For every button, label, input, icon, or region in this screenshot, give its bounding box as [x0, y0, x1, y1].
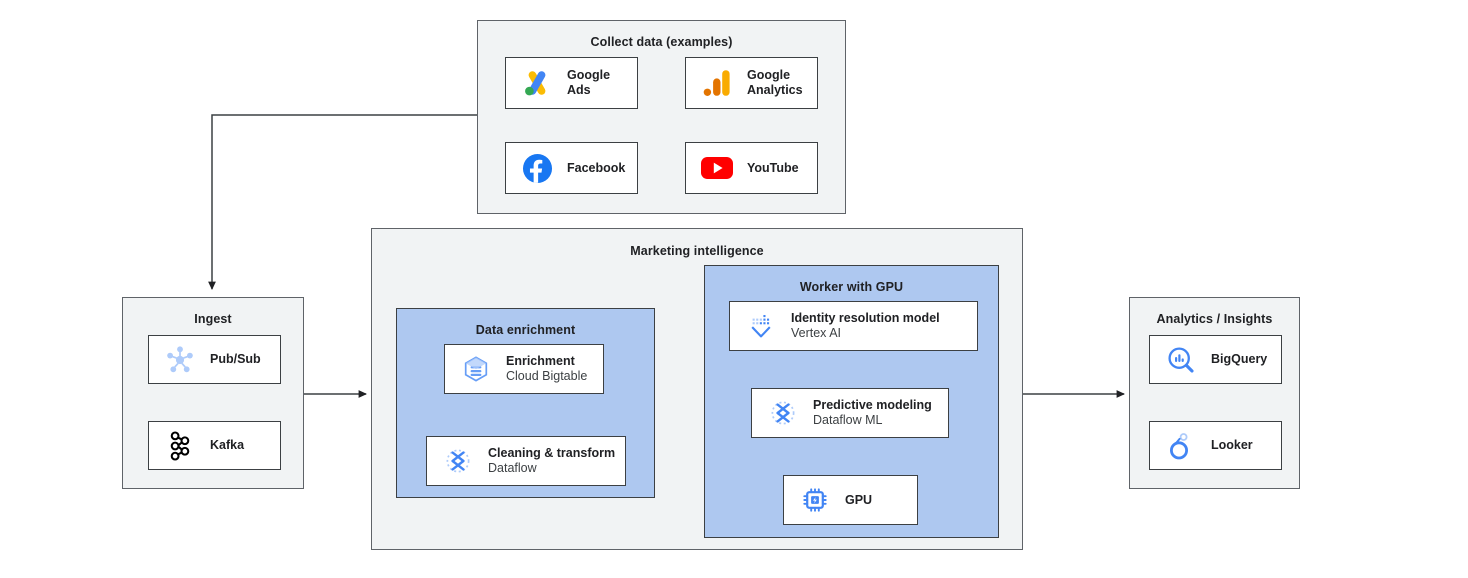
analytics-insights-group: Analytics / Insights BigQuery Looker — [1129, 297, 1300, 489]
google-analytics-icon — [700, 66, 734, 100]
ingest-group: Ingest Pub/Sub Kafka — [122, 297, 304, 489]
analytics-label-bigquery: BigQuery — [1211, 352, 1268, 367]
data-enrichment-title: Data enrichment — [475, 323, 576, 337]
bigquery-icon — [1164, 343, 1198, 377]
pubsub-icon — [163, 343, 197, 377]
kafka-icon — [163, 429, 197, 463]
analytics-label-looker: Looker — [1211, 438, 1253, 453]
ingest-card-kafka[interactable]: Kafka — [148, 421, 281, 470]
dataflow-ml-icon — [766, 396, 800, 430]
gpu-icon — [798, 483, 832, 517]
facebook-icon — [520, 151, 554, 185]
marketing-intelligence-title: Marketing intelligence — [630, 244, 764, 258]
worker-label-gpu: GPU — [845, 492, 873, 507]
worker-label-dataflow-ml: Predictive modeling Dataflow ML — [813, 398, 932, 427]
ingest-label-pubsub: Pub/Sub — [210, 352, 261, 367]
ingest-card-pubsub[interactable]: Pub/Sub — [148, 335, 281, 384]
dataflow-icon — [441, 444, 475, 478]
bigtable-icon — [459, 352, 493, 386]
worker-card-vertex-ai[interactable]: Identity resolution model Vertex AI — [729, 301, 978, 351]
source-card-google-analytics[interactable]: Google Analytics — [685, 57, 818, 109]
looker-icon — [1164, 429, 1198, 463]
source-label-google-ads: Google Ads — [567, 68, 611, 97]
data-enrichment-group: Data enrichment Enrichment Cloud Bigtabl… — [396, 308, 655, 498]
worker-with-gpu-title: Worker with GPU — [799, 280, 904, 294]
google-ads-icon — [520, 66, 554, 100]
enrichment-card-bigtable[interactable]: Enrichment Cloud Bigtable — [444, 344, 604, 394]
ingest-title: Ingest — [194, 312, 232, 326]
analytics-card-looker[interactable]: Looker — [1149, 421, 1282, 470]
source-label-youtube: YouTube — [747, 160, 799, 175]
source-card-youtube[interactable]: YouTube — [685, 142, 818, 194]
analytics-card-bigquery[interactable]: BigQuery — [1149, 335, 1282, 384]
enrichment-label-dataflow: Cleaning & transform Dataflow — [488, 446, 616, 475]
enrichment-label-bigtable: Enrichment Cloud Bigtable — [506, 354, 588, 383]
worker-label-vertex-ai: Identity resolution model Vertex AI — [791, 311, 940, 340]
worker-card-gpu[interactable]: GPU — [783, 475, 918, 525]
analytics-insights-title: Analytics / Insights — [1156, 312, 1273, 326]
youtube-icon — [700, 151, 734, 185]
collect-data-title: Collect data (examples) — [590, 35, 733, 49]
vertex-ai-icon — [744, 309, 778, 343]
worker-with-gpu-group: Worker with GPU Identity resolution mode… — [704, 265, 999, 538]
source-card-google-ads[interactable]: Google Ads — [505, 57, 638, 109]
marketing-intelligence-group: Marketing intelligence Data enrichment E… — [371, 228, 1023, 550]
collect-data-group: Collect data (examples) Google Ads Googl… — [477, 20, 846, 214]
ingest-label-kafka: Kafka — [210, 438, 245, 453]
source-card-facebook[interactable]: Facebook — [505, 142, 638, 194]
worker-card-dataflow-ml[interactable]: Predictive modeling Dataflow ML — [751, 388, 949, 438]
enrichment-card-dataflow[interactable]: Cleaning & transform Dataflow — [426, 436, 626, 486]
source-label-facebook: Facebook — [567, 160, 626, 175]
source-label-google-analytics: Google Analytics — [747, 68, 803, 97]
